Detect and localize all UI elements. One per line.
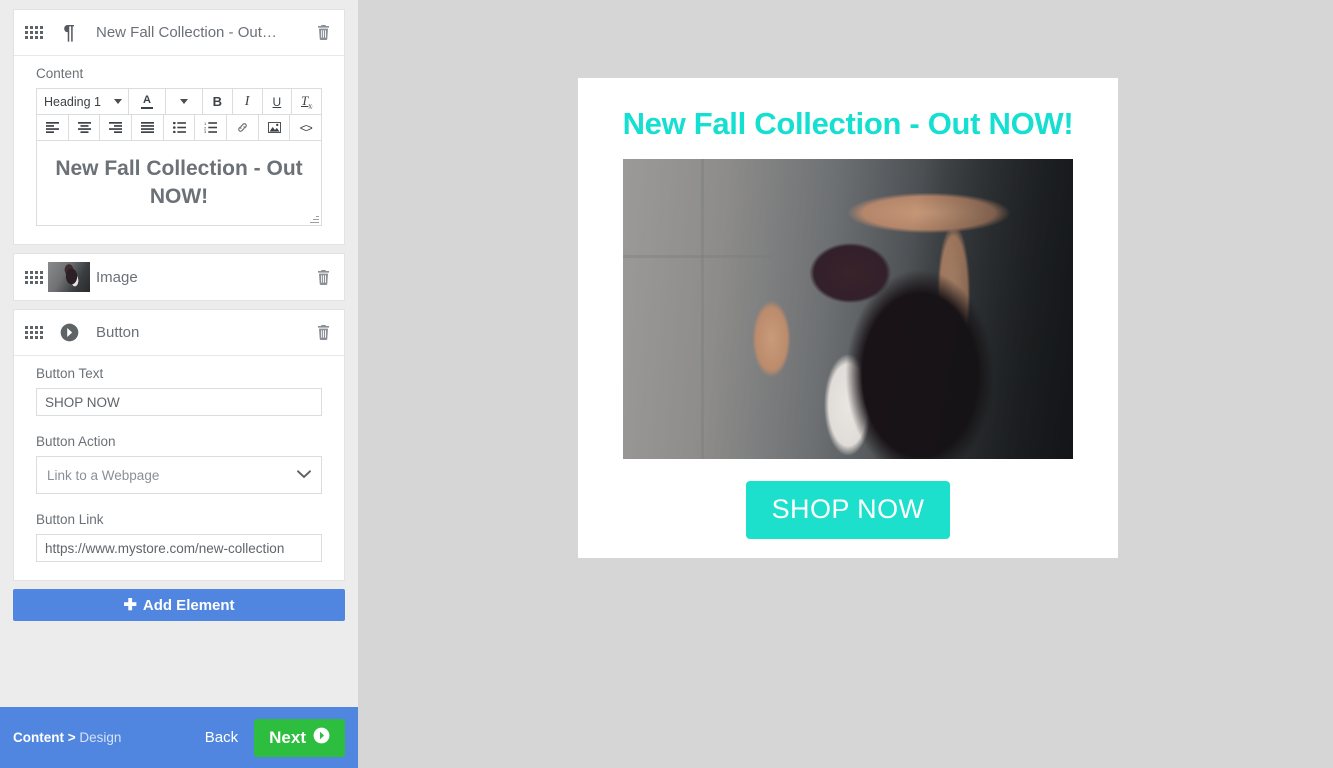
color-dropdown-caret-icon[interactable] <box>166 89 203 114</box>
button-link-label: Button Link <box>36 512 104 527</box>
breadcrumb: Content > Design <box>13 730 205 745</box>
element-list: ¶ New Fall Collection - Out… Content Hea… <box>0 0 358 621</box>
element-card-text: ¶ New Fall Collection - Out… Content Hea… <box>13 9 345 245</box>
button-action-select[interactable]: Link to a Webpage <box>36 456 322 494</box>
underline-icon[interactable]: U <box>262 89 293 114</box>
back-button[interactable]: Back <box>205 729 238 746</box>
text-element-body: Content Heading 1 A B I U Tx 1 2 3 <> Ne… <box>14 56 344 244</box>
rich-text-editor: Heading 1 A B I U Tx 1 2 3 <> New Fall C… <box>36 88 322 226</box>
align-right-icon[interactable] <box>100 115 133 140</box>
element-card-image: Image <box>13 253 345 301</box>
heading-style-select[interactable]: Heading 1 <box>37 89 129 114</box>
email-preview-card: New Fall Collection - Out NOW! SHOP NOW <box>578 78 1118 558</box>
insert-image-icon[interactable] <box>258 115 291 140</box>
element-card-button: Button Button Text Button Action Link to… <box>13 309 345 581</box>
content-label: Content <box>36 66 84 81</box>
drag-handle-icon[interactable] <box>20 270 48 284</box>
add-element-button[interactable]: ✚ Add Element <box>13 589 345 621</box>
plus-icon: ✚ <box>123 597 137 614</box>
button-action-label: Button Action <box>36 434 116 449</box>
button-text-label: Button Text <box>36 366 104 381</box>
element-header-text[interactable]: ¶ New Fall Collection - Out… <box>14 10 344 56</box>
button-element-body: Button Text Button Action Link to a Webp… <box>14 356 344 580</box>
clear-formatting-icon[interactable]: Tx <box>292 89 321 114</box>
email-preview-canvas: New Fall Collection - Out NOW! SHOP NOW <box>358 0 1333 768</box>
image-thumbnail <box>48 262 90 292</box>
element-title-button: Button <box>96 324 140 341</box>
italic-icon[interactable]: I <box>232 89 263 114</box>
preview-heading: New Fall Collection - Out NOW! <box>622 106 1074 141</box>
align-justify-icon[interactable] <box>132 115 164 140</box>
button-link-input[interactable] <box>36 534 322 562</box>
preview-shop-now-button[interactable]: SHOP NOW <box>745 481 951 539</box>
preview-image <box>623 159 1073 459</box>
trash-icon[interactable] <box>310 269 336 285</box>
numbered-list-icon[interactable]: 123 <box>195 115 228 140</box>
next-label: Next <box>269 727 306 747</box>
element-title-image: Image <box>96 268 138 286</box>
rte-content-area[interactable]: New Fall Collection - Out NOW! <box>37 141 321 225</box>
trash-icon[interactable] <box>310 325 336 340</box>
add-element-label: Add Element <box>142 596 235 614</box>
link-icon[interactable] <box>227 115 259 140</box>
breadcrumb-current: Content > <box>13 730 76 745</box>
arrow-circle-right-icon <box>48 323 90 342</box>
wizard-footer: Content > Design Back Next <box>0 707 358 768</box>
svg-text:3: 3 <box>204 129 207 133</box>
drag-handle-icon[interactable] <box>20 326 48 339</box>
rte-toolbar-row-2: 123 <> <box>37 115 322 141</box>
rte-heading-text: New Fall Collection - Out NOW! <box>55 157 303 208</box>
element-header-image[interactable]: Image <box>14 254 344 300</box>
email-builder-app: ¶ New Fall Collection - Out… Content Hea… <box>0 0 1333 768</box>
source-code-icon[interactable]: <> <box>290 115 322 140</box>
bold-icon[interactable]: B <box>203 89 233 114</box>
breadcrumb-next: Design <box>79 730 122 745</box>
trash-icon[interactable] <box>310 25 336 40</box>
heading-style-value: Heading 1 <box>44 94 101 109</box>
pilcrow-icon: ¶ <box>63 21 75 44</box>
rte-toolbar-row-1: Heading 1 A B I U Tx <box>37 89 321 115</box>
align-center-icon[interactable] <box>68 115 101 140</box>
drag-handle-icon[interactable] <box>20 26 48 39</box>
editor-sidebar: ¶ New Fall Collection - Out… Content Hea… <box>0 0 358 768</box>
next-button[interactable]: Next <box>254 718 345 757</box>
arrow-circle-right-icon <box>313 727 330 749</box>
chevron-down-icon <box>114 99 122 104</box>
element-header-button[interactable]: Button <box>14 310 344 356</box>
bullet-list-icon[interactable] <box>163 115 196 140</box>
resize-grip-icon[interactable] <box>310 214 319 223</box>
font-color-icon[interactable]: A <box>129 89 166 114</box>
button-text-input[interactable] <box>36 388 322 416</box>
align-left-icon[interactable] <box>37 115 69 140</box>
element-title-text: New Fall Collection - Out… <box>96 24 277 41</box>
